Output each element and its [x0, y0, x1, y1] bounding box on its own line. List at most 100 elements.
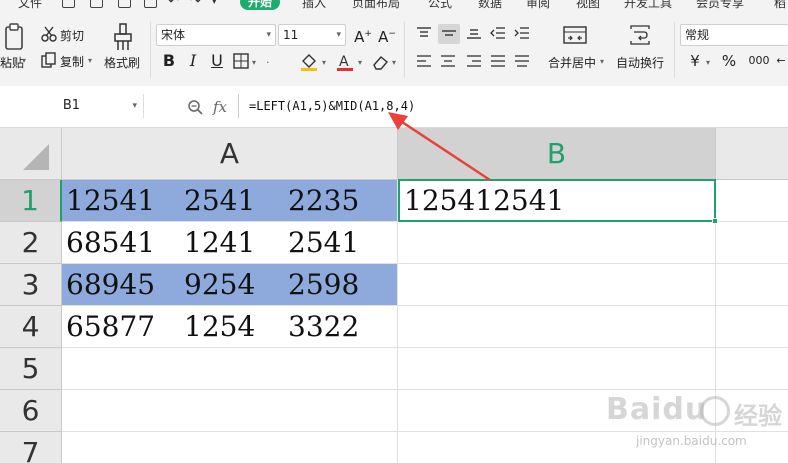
row-header-5[interactable]: 5	[0, 348, 62, 390]
annotation-arrow-shaft	[395, 116, 491, 182]
underline-icon[interactable]: U	[206, 50, 228, 72]
row-header-3[interactable]: 3	[0, 264, 62, 306]
wrap-text-button[interactable]: 自动换行	[616, 54, 664, 71]
currency-dropdown-icon[interactable]: ▾	[706, 58, 710, 67]
column-header-a[interactable]: A	[62, 128, 398, 180]
borders-icon[interactable]	[232, 53, 250, 69]
chevron-down-icon: ▾	[336, 30, 341, 40]
align-left-icon[interactable]	[414, 52, 434, 70]
menu-home[interactable]: 开始	[240, 0, 281, 10]
cell-c4[interactable]	[716, 306, 788, 348]
merge-dropdown-icon[interactable]: ▾	[600, 57, 604, 66]
thousands-separator-icon[interactable]: 000	[744, 50, 774, 72]
menu-view[interactable]: 视图	[576, 0, 600, 10]
redo-icon[interactable]: ↷	[190, 0, 201, 9]
menu-more[interactable]: 稻	[774, 0, 786, 10]
align-right-icon[interactable]	[464, 52, 484, 70]
name-box[interactable]: B1 ▾	[0, 94, 144, 118]
zoom-search-icon[interactable]	[186, 98, 204, 116]
copy-icon[interactable]	[40, 52, 58, 68]
align-center-icon[interactable]	[438, 52, 458, 70]
search-doc-icon[interactable]	[144, 0, 157, 8]
clear-format-dropdown-icon[interactable]: ▾	[392, 58, 396, 67]
print-preview-icon[interactable]	[118, 0, 131, 8]
print-icon[interactable]	[90, 0, 103, 8]
formula-input[interactable]: =LEFT(A1,5)&MID(A1,8,4)	[238, 94, 788, 118]
paste-button[interactable]: 粘贴	[0, 54, 24, 71]
menu-review[interactable]: 审阅	[526, 0, 550, 10]
cell-a3[interactable]: 68945 9254 2598	[62, 264, 398, 306]
menu-member[interactable]: 会员专享	[696, 0, 744, 10]
number-format-select[interactable]: 常规	[680, 24, 788, 46]
fill-color-dropdown-icon[interactable]: ▾	[322, 58, 326, 67]
menu-insert[interactable]: 插入	[302, 0, 326, 10]
align-middle-icon[interactable]	[438, 24, 460, 44]
cell-b2[interactable]	[398, 222, 716, 264]
merge-center-button[interactable]: 合并居中	[548, 54, 596, 71]
percent-format-icon[interactable]: %	[718, 50, 740, 72]
increase-indent-icon[interactable]	[512, 24, 532, 42]
menu-data[interactable]: 数据	[478, 0, 502, 10]
font-name-select[interactable]: 宋体 ▾	[156, 24, 276, 46]
format-painter-icon[interactable]	[110, 22, 136, 52]
cell-c3[interactable]	[716, 264, 788, 306]
menu-formulas[interactable]: 公式	[428, 0, 452, 10]
cell-b5[interactable]	[398, 348, 716, 390]
cell-c1[interactable]	[716, 180, 788, 222]
cut-button[interactable]: 剪切	[60, 27, 84, 44]
cell-b4[interactable]	[398, 306, 716, 348]
cell-a5[interactable]	[62, 348, 398, 390]
menu-developer[interactable]: 开发工具	[624, 0, 672, 10]
cut-icon[interactable]	[40, 26, 58, 42]
font-size-select[interactable]: 11 ▾	[278, 24, 346, 46]
row-header-6[interactable]: 6	[0, 390, 62, 432]
cell-a6[interactable]	[62, 390, 398, 432]
cell-c5[interactable]	[716, 348, 788, 390]
increase-font-size-icon[interactable]: A+	[352, 23, 374, 46]
currency-format-icon[interactable]: ¥	[684, 50, 706, 72]
menu-file[interactable]: 文件	[18, 0, 42, 10]
cell-a2[interactable]: 68541 1241 2541	[62, 222, 398, 264]
merge-center-icon[interactable]	[562, 24, 588, 46]
copy-button[interactable]: 复制	[60, 53, 84, 70]
borders-dropdown-icon[interactable]: ▾	[252, 58, 256, 67]
fill-handle[interactable]	[712, 218, 718, 224]
menu-page-layout[interactable]: 页面布局	[352, 0, 400, 10]
align-top-icon[interactable]	[414, 24, 434, 42]
undo-icon[interactable]: ↶	[168, 0, 179, 9]
distributed-align-icon[interactable]	[512, 52, 532, 70]
cell-a4[interactable]: 65877 1254 3322	[62, 306, 398, 348]
paste-icon[interactable]	[0, 22, 28, 52]
copy-dropdown-icon[interactable]: ▾	[88, 56, 92, 65]
cell-b3[interactable]	[398, 264, 716, 306]
font-color-icon[interactable]: A	[334, 52, 356, 72]
svg-text:A: A	[339, 54, 349, 70]
cell-c2[interactable]	[716, 222, 788, 264]
insert-function-button[interactable]: fx	[213, 98, 227, 116]
quick-access-dropdown-icon[interactable]: ▾	[212, 0, 217, 7]
increase-decimal-icon[interactable]: ←	[774, 50, 788, 72]
select-all-button[interactable]	[0, 128, 62, 180]
fill-color-icon[interactable]	[298, 52, 320, 72]
justify-icon[interactable]	[488, 52, 508, 70]
row-header-4[interactable]: 4	[0, 306, 62, 348]
cell-a1[interactable]: 12541 2541 2235	[62, 180, 398, 222]
cell-a7[interactable]	[62, 432, 398, 463]
format-painter-button[interactable]: 格式刷	[104, 54, 140, 71]
align-bottom-icon[interactable]	[464, 24, 484, 42]
italic-icon[interactable]: I	[182, 50, 204, 72]
paste-dropdown-icon[interactable]: ▾	[22, 56, 26, 65]
ribbon-toolbar: 粘贴 ▾ 剪切 复制 ▾ 格式刷 宋体 ▾ 11 ▾ A+ A− B I U ▾…	[0, 10, 788, 86]
column-header-c[interactable]	[716, 128, 788, 180]
row-header-7[interactable]: 7	[0, 432, 62, 463]
row-header-2[interactable]: 2	[0, 222, 62, 264]
decrease-font-size-icon[interactable]: A−	[376, 23, 398, 46]
more-font-icon[interactable]: ·	[266, 56, 270, 69]
row-header-1[interactable]: 1	[0, 180, 62, 222]
save-icon[interactable]	[62, 0, 75, 8]
decrease-indent-icon[interactable]	[488, 24, 508, 42]
bold-icon[interactable]: B	[158, 50, 180, 72]
clear-format-icon[interactable]	[370, 53, 390, 71]
wrap-text-icon[interactable]	[628, 24, 652, 46]
font-color-dropdown-icon[interactable]: ▾	[358, 58, 362, 67]
